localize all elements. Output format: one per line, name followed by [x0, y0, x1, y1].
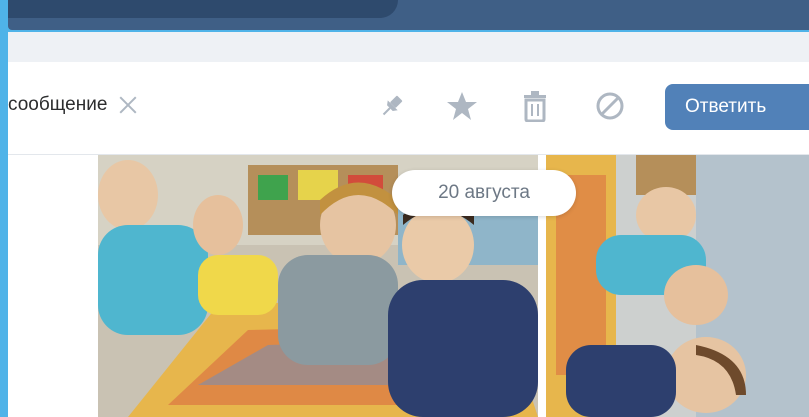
- star-icon[interactable]: [444, 88, 480, 124]
- selected-message-label: сообщение: [8, 94, 108, 115]
- pin-icon[interactable]: [374, 88, 410, 124]
- selected-message-label-group: сообщение: [8, 93, 139, 117]
- secondary-header-bar: [8, 32, 809, 63]
- message-photo[interactable]: [546, 155, 809, 417]
- trash-icon[interactable]: [517, 88, 553, 124]
- close-icon[interactable]: [117, 94, 139, 116]
- block-icon[interactable]: [592, 88, 628, 124]
- topbar-dark-region: [8, 0, 398, 18]
- screen-frame-left: [0, 0, 8, 417]
- message-action-toolbar: сообщение Ответить: [8, 62, 809, 155]
- date-divider: 20 августа: [392, 170, 576, 216]
- top-navigation-bar: [8, 0, 809, 30]
- reply-button[interactable]: Ответить: [665, 84, 809, 130]
